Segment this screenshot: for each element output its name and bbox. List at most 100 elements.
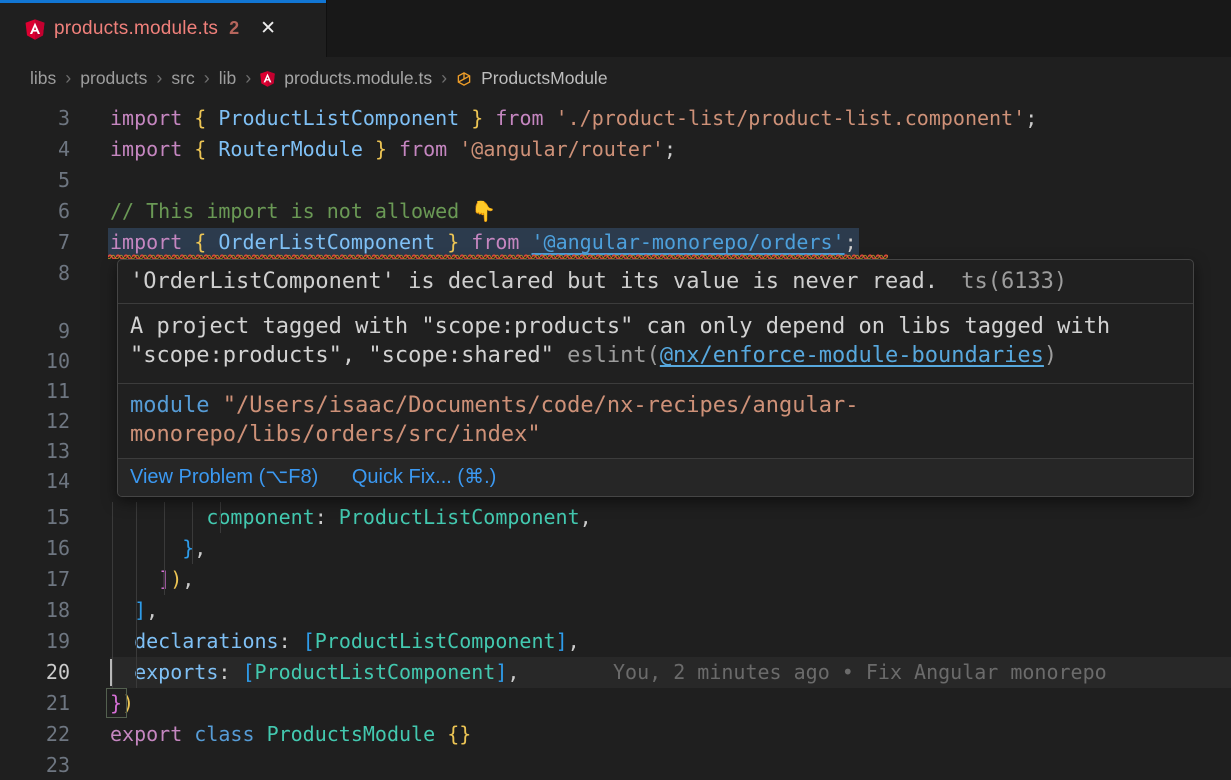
token-cls: ProductListComponent [255, 660, 496, 684]
line-number[interactable]: 10 [0, 346, 70, 377]
breadcrumb-file[interactable]: products.module.ts [284, 68, 432, 89]
view-problem-button[interactable]: View Problem (⌥F8) [130, 466, 318, 488]
token-pln [110, 536, 182, 560]
code-line-17[interactable]: 17 ]), [0, 564, 1231, 595]
indent-guide [192, 502, 193, 564]
line-number[interactable]: 22 [0, 719, 70, 750]
module-line1: module "/Users/isaac/Documents/code/nx-r… [130, 391, 1181, 420]
token-b1: { [194, 106, 206, 130]
code-line-23[interactable]: 23 [0, 750, 1231, 780]
token-pln: : [279, 629, 303, 653]
close-icon[interactable]: ✕ [260, 19, 276, 38]
code-text: ]), [110, 564, 194, 595]
line-number[interactable]: 13 [0, 436, 70, 467]
token-b3: ] [495, 660, 507, 684]
git-blame-annotation: You, 2 minutes ago • Fix Angular monorep… [613, 657, 1107, 688]
token-kw: from [495, 106, 543, 130]
code-line-22[interactable]: 22export class ProductsModule {} [0, 719, 1231, 750]
token-pln: ; [1025, 106, 1037, 130]
token-pln: ; [664, 137, 676, 161]
breadcrumb-item-libs[interactable]: libs [30, 68, 56, 89]
code-line-6[interactable]: 6 // This import is not allowed 👇 [0, 196, 1231, 227]
token-pln [544, 106, 556, 130]
line-number[interactable]: 4 [0, 134, 70, 165]
code-text: ], [110, 595, 158, 626]
module-line2: monorepo/libs/orders/src/index" [130, 420, 1181, 449]
line-number[interactable]: 6 [0, 196, 70, 227]
module-keyword: module [130, 393, 209, 418]
token-pln [387, 137, 399, 161]
token-ent: RouterModule [218, 137, 363, 161]
hover-popup: 'OrderListComponent' is declared but its… [117, 259, 1194, 497]
token-pln [435, 230, 447, 254]
code-line-7[interactable]: 7import { OrderListComponent } from '@an… [0, 227, 1231, 258]
line-number[interactable]: 7 [0, 227, 70, 258]
token-b3: [ [242, 660, 254, 684]
token-ent: ProductListComponent [218, 106, 459, 130]
code-editor[interactable]: 3import { ProductListComponent } from '.… [0, 100, 1231, 780]
line-number[interactable]: 19 [0, 626, 70, 657]
module-path-1: "/Users/isaac/Documents/code/nx-recipes/… [209, 393, 858, 418]
token-pln: , [146, 598, 158, 622]
token-b1: } [375, 137, 387, 161]
code-text: declarations: [ProductListComponent], [110, 626, 580, 657]
chevron-right-icon: › [441, 68, 447, 89]
token-pln [206, 106, 218, 130]
line-number[interactable]: 16 [0, 533, 70, 564]
token-pln [459, 230, 471, 254]
token-str: '@angular/router' [459, 137, 664, 161]
hover-module-info: module "/Users/isaac/Documents/code/nx-r… [118, 383, 1193, 458]
line-number[interactable]: 23 [0, 750, 70, 780]
token-kw: from [399, 137, 447, 161]
code-line-3[interactable]: 3import { ProductListComponent } from '.… [0, 103, 1231, 134]
token-kw: export [110, 722, 182, 746]
line-number[interactable]: 14 [0, 466, 70, 497]
token-lnk[interactable]: '@angular-monorepo/orders' [532, 230, 845, 254]
line-number[interactable]: 17 [0, 564, 70, 595]
token-pln [182, 230, 194, 254]
lint-rule-link[interactable]: @nx/enforce-module-boundaries [660, 343, 1044, 368]
breadcrumb-item-lib[interactable]: lib [219, 68, 237, 89]
code-line-15[interactable]: 15 component: ProductListComponent, [0, 502, 1231, 533]
token-b3: [ [303, 629, 315, 653]
token-pln [182, 106, 194, 130]
chevron-right-icon: › [156, 68, 162, 89]
error-text: 'OrderListComponent' is declared but its… [130, 269, 938, 294]
chevron-right-icon: › [65, 68, 71, 89]
line-number[interactable]: 9 [0, 316, 70, 347]
code-line-5[interactable]: 5 [0, 165, 1231, 196]
token-ent: OrderListComponent [218, 230, 435, 254]
code-line-4[interactable]: 4import { RouterModule } from '@angular/… [0, 134, 1231, 165]
breadcrumb: libs › products › src › lib › products.m… [0, 57, 1231, 100]
code-line-18[interactable]: 18 ], [0, 595, 1231, 626]
code-text: // This import is not allowed 👇 [110, 196, 496, 227]
token-kw: from [471, 230, 519, 254]
code-line-16[interactable]: 16 }, [0, 533, 1231, 564]
code-line-21[interactable]: 21}) [0, 688, 1231, 719]
line-number[interactable]: 20 [0, 657, 70, 688]
indent-guide [112, 502, 113, 688]
tab-products-module[interactable]: products.module.ts 2 ✕ [0, 0, 327, 57]
tab-title: products.module.ts [54, 18, 218, 40]
line-number[interactable]: 5 [0, 165, 70, 196]
token-pln [182, 722, 194, 746]
line-number[interactable]: 15 [0, 502, 70, 533]
line-number[interactable]: 12 [0, 406, 70, 437]
indent-guide [136, 502, 137, 688]
token-pln [110, 660, 134, 684]
line-number[interactable]: 3 [0, 103, 70, 134]
token-b3: ] [556, 629, 568, 653]
module-path-2: monorepo/libs/orders/src/index" [130, 422, 541, 447]
breadcrumb-item-products[interactable]: products [80, 68, 147, 89]
lint-source-open: eslint( [567, 343, 660, 368]
token-pln [206, 137, 218, 161]
line-number[interactable]: 21 [0, 688, 70, 719]
token-pln [519, 230, 531, 254]
quick-fix-button[interactable]: Quick Fix... (⌘.) [352, 466, 496, 488]
line-number[interactable]: 18 [0, 595, 70, 626]
line-number[interactable]: 8 [0, 258, 70, 289]
line-number[interactable]: 11 [0, 376, 70, 407]
code-line-19[interactable]: 19 declarations: [ProductListComponent], [0, 626, 1231, 657]
breadcrumb-item-src[interactable]: src [171, 68, 194, 89]
breadcrumb-symbol[interactable]: ProductsModule [481, 68, 607, 89]
